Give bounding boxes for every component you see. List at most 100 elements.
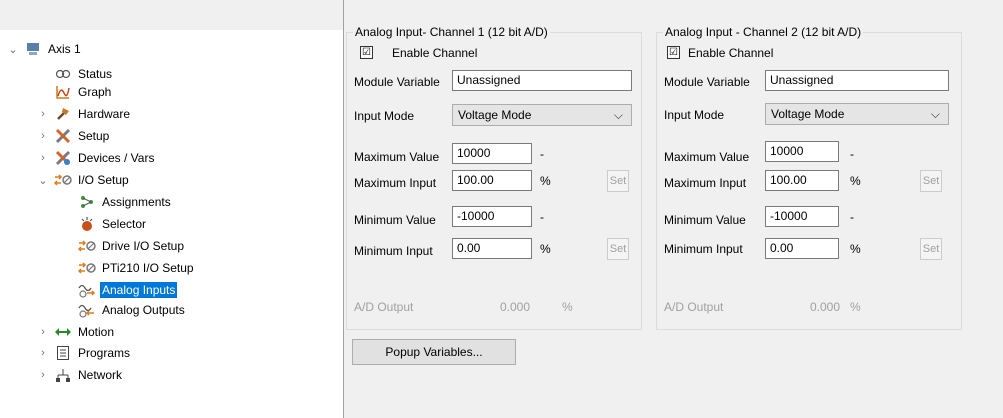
channel-1-ad-output-value: 0.000 — [500, 300, 531, 314]
tree-item-io-setup[interactable]: ⌄ I/O Setup — [38, 170, 131, 190]
chevron-right-icon[interactable]: › — [38, 326, 48, 338]
chevron-right-icon[interactable]: › — [38, 369, 48, 381]
channel-1-ad-output-label: A/D Output — [354, 300, 414, 314]
channel-1-max-value-label: Maximum Value — [354, 150, 440, 164]
channel-2-min-value-label: Minimum Value — [664, 213, 746, 227]
channel-1-input-mode-label: Input Mode — [354, 109, 415, 123]
channel-2-ad-output-unit: % — [850, 300, 861, 314]
tree-item-label: Graph — [78, 85, 112, 99]
channel-1-min-input-unit: % — [540, 242, 551, 256]
channel-2-min-set-button[interactable]: Set — [920, 238, 942, 260]
channel-1-max-input-label: Maximum Input — [354, 176, 437, 190]
channel-1-input-mode-select[interactable]: Voltage Mode ⌵ — [452, 104, 632, 126]
channel-1-module-variable-field[interactable]: Unassigned — [452, 70, 632, 91]
channel-1-min-value-label: Minimum Value — [354, 213, 436, 227]
selected-value: Voltage Mode — [771, 107, 845, 121]
tree-item-label: Motion — [78, 325, 115, 339]
tree-item-label: Setup — [78, 129, 110, 143]
tree-item-label: Selector — [102, 217, 147, 231]
channel-2-module-variable-field[interactable]: Unassigned — [765, 70, 949, 91]
tree-item-label: Assignments — [102, 195, 171, 209]
chevron-down-icon[interactable]: ⌄ — [8, 43, 18, 56]
tree-item-motion[interactable]: › Motion — [38, 322, 116, 342]
axis-icon — [24, 41, 42, 57]
tree-item-analog-inputs[interactable]: Analog Inputs — [78, 280, 178, 300]
channel-2-max-value-field[interactable]: 10000 — [765, 141, 839, 162]
selector-icon — [78, 216, 96, 232]
tree-item-programs[interactable]: › Programs — [38, 343, 132, 363]
tree-item-label: Axis 1 — [48, 42, 81, 56]
channel-1-min-input-field[interactable]: 0.00 — [452, 238, 532, 259]
tree-item-hardware[interactable]: › Hardware — [38, 104, 132, 124]
channel-2-ad-output-label: A/D Output — [664, 300, 724, 314]
chevron-down-icon: ⌵ — [613, 108, 623, 122]
analog-inputs-icon — [78, 282, 96, 298]
popup-variables-button[interactable]: Popup Variables... — [352, 339, 516, 365]
channel-2-min-value-field[interactable]: -10000 — [765, 206, 839, 227]
devices-icon — [54, 150, 72, 166]
channel-1-max-input-field[interactable]: 100.00 — [452, 170, 532, 191]
drive-io-icon — [78, 238, 96, 254]
tree-item-label: Status — [78, 67, 113, 81]
tree-item-selector[interactable]: Selector — [78, 214, 148, 234]
channel-1-min-set-button[interactable]: Set — [607, 238, 629, 260]
tree-item-graph[interactable]: Graph — [54, 82, 113, 102]
tree-item-setup[interactable]: › Setup — [38, 126, 111, 146]
channel-2-module-variable-label: Module Variable — [664, 75, 750, 89]
channel-1-max-value-field[interactable]: 10000 — [452, 143, 532, 164]
tree-item-devices-vars[interactable]: › Devices / Vars — [38, 148, 156, 168]
channel-2-enable-checkbox[interactable]: ☑ — [667, 46, 680, 59]
analog-outputs-icon — [78, 302, 96, 318]
channel-1-module-variable-label: Module Variable — [354, 75, 440, 89]
tree-item-label: PTi210 I/O Setup — [102, 261, 194, 275]
tree-item-pti210-io-setup[interactable]: PTi210 I/O Setup — [78, 258, 196, 278]
motion-icon — [54, 324, 72, 340]
tree-item-label: I/O Setup — [78, 173, 129, 187]
tree-item-network[interactable]: › Network — [38, 365, 124, 385]
channel-1-min-value-field[interactable]: -10000 — [452, 206, 532, 227]
tree-item-label: Programs — [78, 346, 131, 360]
channel-2-min-value-unit: - — [850, 210, 854, 224]
io-setup-icon — [54, 172, 72, 188]
tree-item-assignments[interactable]: Assignments — [78, 192, 173, 212]
selected-value: Voltage Mode — [458, 108, 532, 122]
channel-2-max-input-unit: % — [850, 174, 861, 188]
channel-1-min-value-unit: - — [540, 210, 544, 224]
channel-1-min-input-label: Minimum Input — [354, 244, 433, 258]
tree-item-label: Analog Inputs — [100, 282, 178, 298]
chevron-down-icon[interactable]: ⌄ — [38, 174, 48, 187]
graph-icon — [54, 84, 72, 100]
channel-2-max-value-label: Maximum Value — [664, 150, 750, 164]
assignments-icon — [78, 194, 96, 210]
channel-1-max-value-unit: - — [540, 147, 544, 161]
chevron-right-icon[interactable]: › — [38, 152, 48, 164]
tree-item-status[interactable]: Status — [54, 64, 114, 84]
tree-item-analog-outputs[interactable]: Analog Outputs — [78, 300, 187, 320]
tree-item-label: Analog Outputs — [102, 303, 185, 317]
channel-2-input-mode-label: Input Mode — [664, 108, 725, 122]
chevron-down-icon: ⌵ — [930, 107, 940, 121]
tree-item-drive-io-setup[interactable]: Drive I/O Setup — [78, 236, 186, 256]
status-icon — [54, 66, 72, 82]
chevron-right-icon[interactable]: › — [38, 108, 48, 120]
tree-item-label: Devices / Vars — [78, 151, 155, 165]
channel-2-max-value-unit: - — [850, 147, 854, 161]
tree-item-label: Hardware — [78, 107, 131, 121]
channel-1-title: Analog Input- Channel 1 (12 bit A/D) — [353, 25, 550, 39]
channel-2-max-input-field[interactable]: 100.00 — [765, 170, 839, 191]
tree-item-axis-1[interactable]: ⌄ Axis 1 — [8, 39, 83, 59]
channel-2-input-mode-select[interactable]: Voltage Mode ⌵ — [765, 103, 949, 125]
chevron-right-icon[interactable]: › — [38, 130, 48, 142]
channel-1-enable-label: Enable Channel — [392, 46, 478, 60]
chevron-right-icon[interactable]: › — [38, 347, 48, 359]
channel-2-max-set-button[interactable]: Set — [920, 170, 942, 192]
setup-icon — [54, 128, 72, 144]
channel-2-min-input-unit: % — [850, 242, 861, 256]
channel-1-ad-output-unit: % — [562, 300, 573, 314]
channel-1-max-set-button[interactable]: Set — [607, 170, 629, 192]
tree-header-strip — [0, 0, 343, 30]
channel-1-enable-checkbox[interactable]: ☑ — [360, 46, 373, 59]
channel-2-min-input-label: Minimum Input — [664, 242, 743, 256]
hardware-icon — [54, 106, 72, 122]
channel-2-min-input-field[interactable]: 0.00 — [765, 238, 839, 259]
